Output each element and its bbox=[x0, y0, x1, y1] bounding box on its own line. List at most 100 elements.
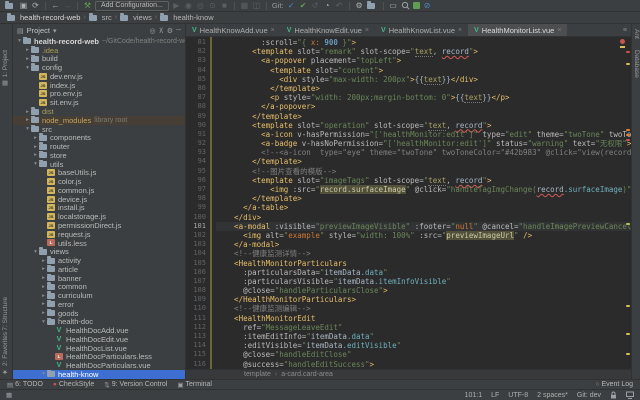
chevron-right-icon[interactable]: ▸ bbox=[32, 135, 39, 141]
breadcrumb-item-health-know[interactable]: health-know bbox=[160, 13, 213, 22]
close-icon[interactable]: × bbox=[557, 27, 561, 34]
close-icon[interactable]: × bbox=[365, 27, 369, 34]
sidebar-item-project[interactable]: ▦ 1: Project bbox=[2, 50, 10, 87]
editor-breadcrumb-item[interactable]: a-card.card-area bbox=[281, 371, 333, 378]
tree-item[interactable]: JSdevice.js bbox=[13, 195, 185, 204]
tree-item[interactable]: VHealthDocParticulars.vue bbox=[13, 361, 185, 370]
chevron-right-icon[interactable]: ▸ bbox=[40, 275, 47, 281]
code-line[interactable]: </template> bbox=[216, 112, 631, 121]
chevron-right-icon[interactable]: ▸ bbox=[24, 47, 31, 53]
tree-item[interactable]: ▸article bbox=[13, 265, 185, 274]
tree-item-health-know[interactable]: ▾health-know bbox=[13, 370, 185, 379]
project-structure-icon[interactable] bbox=[367, 3, 375, 9]
tree-item[interactable]: ▸build bbox=[13, 55, 185, 64]
breadcrumb-item-src[interactable]: src bbox=[89, 13, 112, 22]
tree-item[interactable]: VHealthDocAdd.vue bbox=[13, 326, 185, 335]
code-line[interactable]: :itemEditInfo="itemData.data" bbox=[216, 332, 631, 341]
tree-item[interactable]: JSindex.js bbox=[13, 81, 185, 90]
tool-icon[interactable]: ◫ bbox=[252, 1, 261, 10]
code-line[interactable]: <!--图片查看的模版--> bbox=[216, 167, 631, 176]
close-icon[interactable]: × bbox=[271, 27, 275, 34]
history-clock-icon[interactable]: ◔ bbox=[323, 1, 332, 10]
error-stripe-mark[interactable] bbox=[626, 305, 630, 307]
code-line[interactable]: :particularsData="itemData.data" bbox=[216, 268, 631, 277]
code-line[interactable]: <a-popover placement="topLeft"> bbox=[216, 56, 631, 65]
chevron-right-icon[interactable]: ▸ bbox=[32, 144, 39, 150]
git-update-icon[interactable]: ✓ bbox=[287, 1, 296, 10]
block-icon[interactable]: ⊘ bbox=[423, 1, 432, 10]
code-line[interactable]: :scroll="{ x: 900 }"> bbox=[216, 38, 631, 47]
line-ending-indicator[interactable]: LF bbox=[491, 392, 499, 399]
tree-item[interactable]: ▸common bbox=[13, 282, 185, 291]
tab-HealthMonitorList.vue[interactable]: VHealthMonitorList.vue× bbox=[468, 24, 567, 36]
tab-list-icon[interactable]: ≡ bbox=[619, 27, 631, 34]
settings-wrench-icon[interactable]: ⚙ bbox=[355, 1, 364, 10]
tool-window-button-9: Version Control[interactable]: ⇅9: Version Control bbox=[104, 381, 167, 389]
tree-item[interactable]: VHealthDocList.vue bbox=[13, 344, 185, 353]
code-line[interactable]: :particularsVisible="itemData.itemInfoVi… bbox=[216, 277, 631, 286]
code-line[interactable]: <img :src="record.surfaceImage" @click="… bbox=[216, 185, 631, 194]
code-line[interactable]: <a-icon v-hasPermission="['healthMonitor… bbox=[216, 130, 631, 139]
search-everywhere-icon[interactable] bbox=[401, 1, 410, 10]
sidebar-item-database[interactable]: Database bbox=[633, 50, 640, 78]
chevron-right-icon[interactable]: ▸ bbox=[40, 293, 47, 299]
tree-item[interactable]: ▾health-doc bbox=[13, 318, 185, 327]
profiler-icon[interactable]: ◎ bbox=[196, 1, 205, 10]
git-commit-icon[interactable]: ✔ bbox=[299, 1, 308, 10]
tree-item[interactable]: JSsit.env.js bbox=[13, 98, 185, 107]
chevron-down-icon[interactable]: ▾ bbox=[40, 371, 47, 377]
error-stripe-mark[interactable] bbox=[626, 139, 630, 141]
tree-item[interactable]: ▾utils bbox=[13, 160, 185, 169]
undo-icon[interactable]: ↶ bbox=[335, 1, 344, 10]
breadcrumb-item-views[interactable]: views bbox=[120, 13, 152, 22]
save-all-icon[interactable]: ▣ bbox=[19, 1, 28, 10]
error-stripe-mark[interactable] bbox=[626, 223, 630, 225]
editor-breadcrumb-item[interactable]: template bbox=[244, 371, 271, 378]
git-rollback-icon[interactable]: ↺ bbox=[311, 1, 320, 10]
code-line[interactable]: @success="handleEditSuccess"> bbox=[216, 360, 631, 369]
tree-item[interactable]: JSlocalstorage.js bbox=[13, 212, 185, 221]
tree-item[interactable]: ▸curriculum bbox=[13, 291, 185, 300]
code-line[interactable]: <template slot="remark" slot-scope="text… bbox=[216, 47, 631, 56]
tab-HealthKnowEdit.vue[interactable]: VHealthKnowEdit.vue× bbox=[281, 24, 375, 36]
tree-item[interactable]: ▸node_moduleslibrary root bbox=[13, 116, 185, 125]
code-line[interactable]: </a-modal> bbox=[216, 240, 631, 249]
tree-item[interactable]: ▾config bbox=[13, 63, 185, 72]
code-line[interactable]: @close="handleEditClose" bbox=[216, 350, 631, 359]
sidebar-item-structure[interactable]: 7: Structure bbox=[2, 297, 9, 331]
build-hammer-icon[interactable]: ⚒ bbox=[83, 1, 92, 10]
back-icon[interactable]: ← bbox=[51, 1, 60, 10]
sync-icon[interactable]: ⟳ bbox=[31, 1, 40, 10]
error-stripe-mark[interactable] bbox=[626, 51, 630, 53]
tree-item[interactable]: ▾views bbox=[13, 247, 185, 256]
tree-item[interactable]: ▸store bbox=[13, 151, 185, 160]
run-icon[interactable]: ▶ bbox=[172, 1, 181, 10]
code-line[interactable]: <img alt="example" style="width: 100%" :… bbox=[216, 231, 631, 240]
error-stripe-mark[interactable] bbox=[626, 333, 630, 335]
tool-window-button-Terminal[interactable]: ▣Terminal bbox=[177, 381, 212, 389]
terminal-toolbar-icon[interactable]: ▭ bbox=[389, 1, 398, 10]
tree-item[interactable]: ▾health-record-web~/GitCode/health-recor… bbox=[13, 37, 185, 46]
tree-item[interactable]: JSbaseUtils.js bbox=[13, 168, 185, 177]
chevron-right-icon[interactable]: ▸ bbox=[40, 301, 47, 307]
chevron-down-icon[interactable]: ▾ bbox=[16, 38, 23, 44]
tree-item[interactable]: ▸banner bbox=[13, 274, 185, 283]
forward-icon[interactable]: → bbox=[63, 1, 72, 10]
chevron-right-icon[interactable]: ▸ bbox=[40, 284, 47, 290]
code-line[interactable]: @close="handleParticularsClose"> bbox=[216, 286, 631, 295]
code-line[interactable]: <div style="max-width: 200px">{{text}}</… bbox=[216, 75, 631, 84]
tree-item[interactable]: JScolor.js bbox=[13, 177, 185, 186]
code-line[interactable]: <template slot="content"> bbox=[216, 66, 631, 75]
error-stripe-mark[interactable] bbox=[626, 129, 630, 131]
caret-position[interactable]: 101:1 bbox=[465, 392, 483, 399]
code-editor[interactable]: 8182838485868788899091929394959697989910… bbox=[186, 37, 631, 369]
code-line[interactable]: </a-popover> bbox=[216, 102, 631, 111]
tool-window-toggle-icon[interactable]: ▦ bbox=[6, 391, 12, 399]
debug-icon[interactable]: ◉ bbox=[184, 1, 193, 10]
tree-item[interactable]: ▸activity bbox=[13, 256, 185, 265]
error-stripe-mark[interactable] bbox=[626, 353, 630, 355]
chevron-right-icon[interactable]: ▸ bbox=[40, 310, 47, 316]
tree-item[interactable]: ▸error bbox=[13, 300, 185, 309]
close-icon[interactable]: × bbox=[458, 27, 462, 34]
chevron-right-icon[interactable]: ▸ bbox=[24, 109, 31, 115]
